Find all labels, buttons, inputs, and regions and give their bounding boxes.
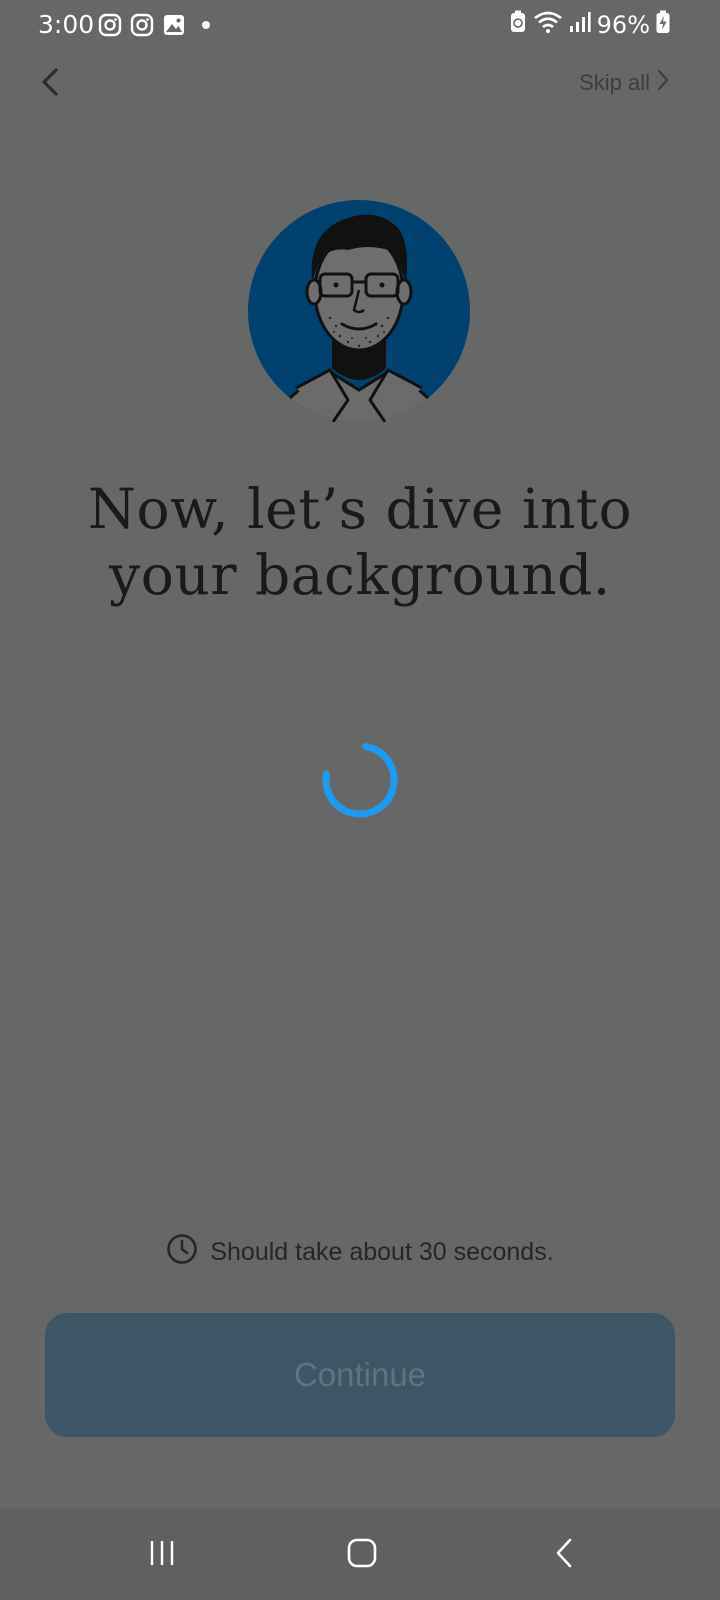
clock-icon — [166, 1233, 198, 1272]
battery-percent: 96% — [596, 10, 650, 39]
continue-button[interactable]: Continue — [45, 1313, 675, 1437]
instagram-icon — [98, 13, 122, 37]
time-estimate: Should take about 30 seconds. — [0, 1233, 720, 1272]
loading-spinner — [320, 740, 400, 820]
gallery-icon — [162, 13, 186, 37]
skip-all-button[interactable]: Skip all — [579, 68, 670, 98]
home-button[interactable] — [332, 1530, 392, 1580]
time-estimate-text: Should take about 30 seconds. — [210, 1238, 554, 1266]
back-icon — [552, 1537, 576, 1574]
status-bar: 3:00 96% — [0, 0, 720, 52]
illustrated-man-avatar — [248, 200, 470, 423]
wifi-icon — [533, 10, 563, 39]
system-back-button[interactable] — [534, 1530, 594, 1580]
continue-label: Continue — [293, 1356, 427, 1393]
recent-apps-button[interactable] — [132, 1530, 192, 1580]
status-time: 3:00 — [38, 10, 95, 39]
chevron-left-icon — [38, 66, 62, 103]
battery-charging-icon — [656, 10, 670, 39]
skip-all-label: Skip all — [579, 70, 650, 95]
dot-icon — [194, 13, 218, 37]
status-notification-icons — [98, 13, 218, 37]
back-button[interactable] — [30, 62, 70, 106]
battery-saver-icon — [509, 10, 527, 39]
screen: 3:00 96% Skip all Now, let’s dive into y… — [0, 0, 720, 1600]
instagram-icon — [130, 13, 154, 37]
home-icon — [346, 1537, 378, 1574]
signal-icon — [569, 10, 591, 39]
recent-apps-icon — [147, 1538, 177, 1573]
status-system-icons: 96% — [509, 10, 670, 39]
system-navigation-bar — [0, 1508, 720, 1600]
page-heading: Now, let’s dive into your background. — [87, 477, 633, 607]
chevron-right-icon — [656, 68, 670, 98]
